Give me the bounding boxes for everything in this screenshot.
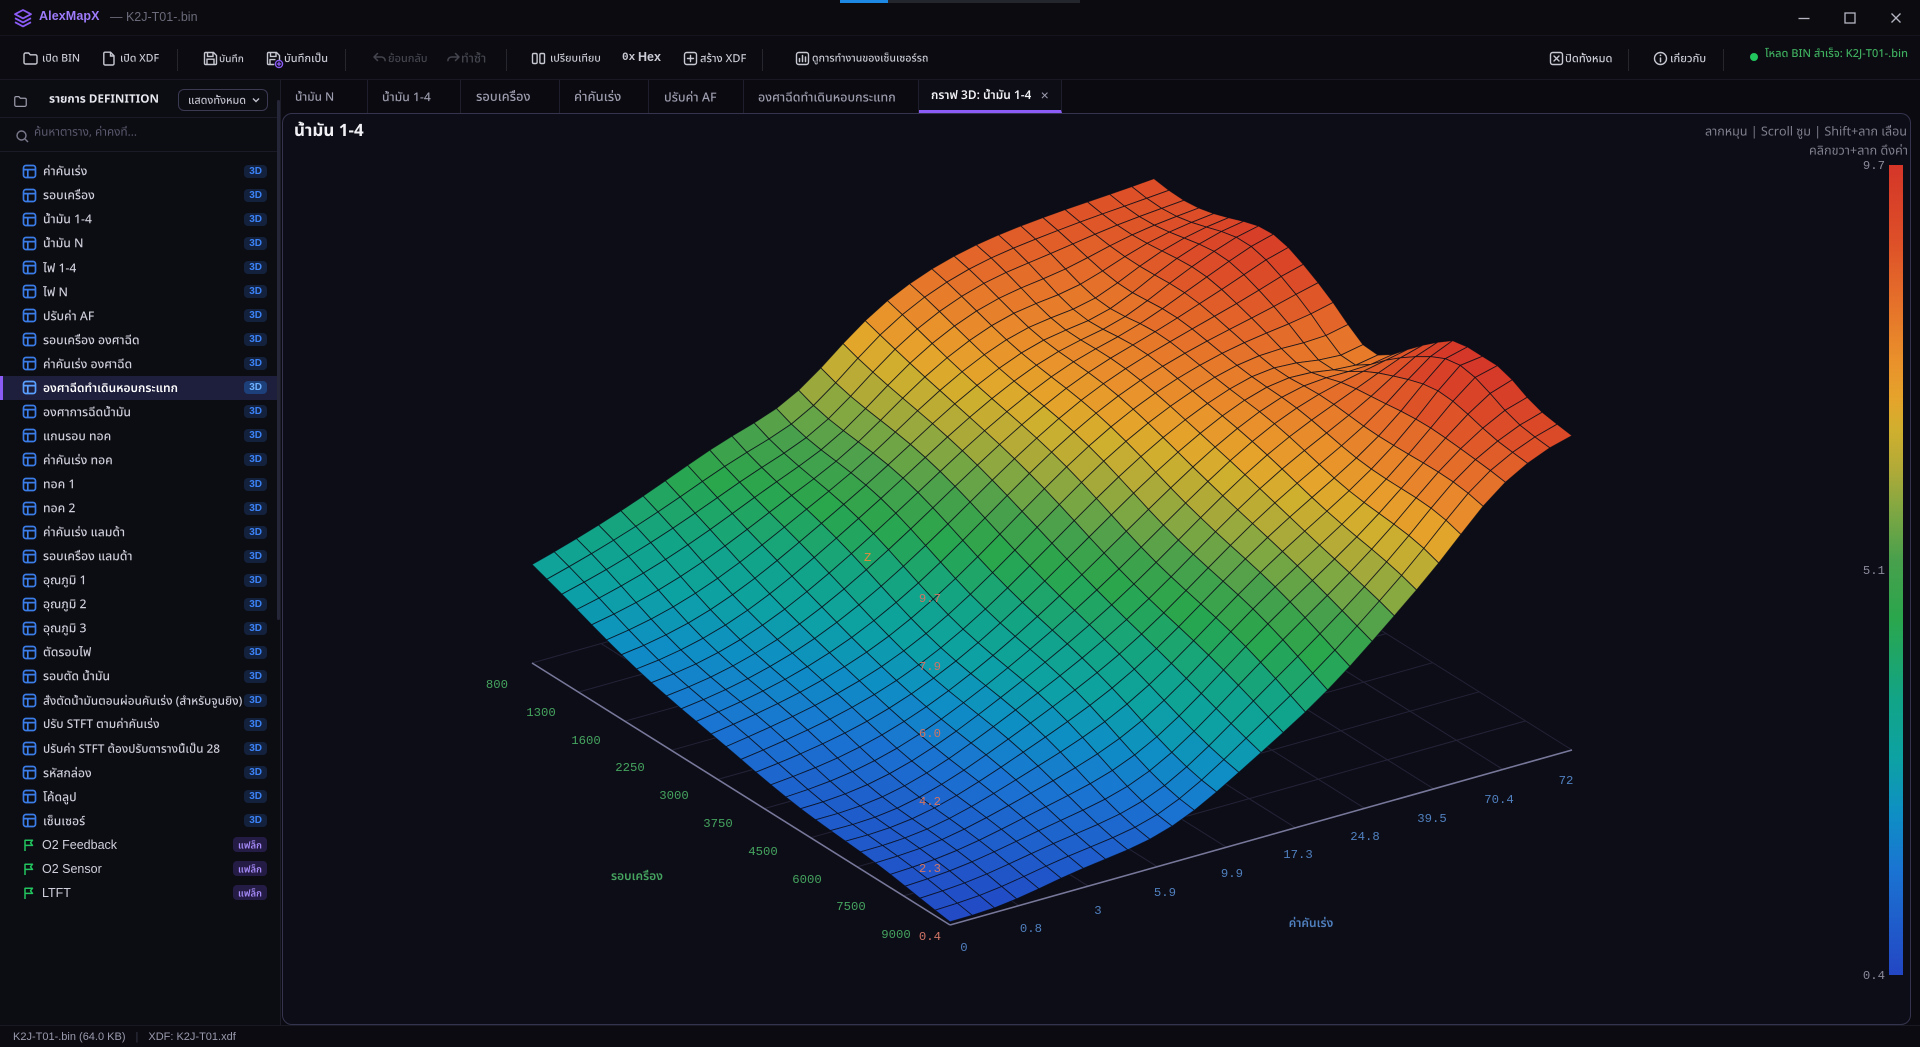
svg-text:1600: 1600 [571, 734, 601, 748]
svg-text:9000: 9000 [881, 928, 911, 942]
svg-text:0: 0 [960, 941, 967, 955]
svg-text:4500: 4500 [748, 845, 778, 859]
svg-text:0.4: 0.4 [919, 930, 941, 944]
svg-text:72: 72 [1559, 774, 1574, 788]
svg-text:3: 3 [1094, 904, 1101, 918]
svg-text:17.3: 17.3 [1283, 848, 1313, 862]
svg-text:70.4: 70.4 [1484, 793, 1514, 807]
svg-text:6.0: 6.0 [919, 727, 941, 741]
svg-text:39.5: 39.5 [1417, 812, 1447, 826]
svg-text:7500: 7500 [836, 900, 866, 914]
svg-text:3750: 3750 [703, 817, 733, 831]
svg-text:800: 800 [486, 678, 508, 692]
svg-text:5.9: 5.9 [1154, 886, 1176, 900]
svg-text:24.8: 24.8 [1350, 830, 1380, 844]
svg-text:4.2: 4.2 [919, 795, 941, 809]
svg-text:0.8: 0.8 [1020, 922, 1042, 936]
svg-text:3000: 3000 [659, 789, 689, 803]
svg-text:9.9: 9.9 [1221, 867, 1243, 881]
svg-text:Z: Z [864, 551, 871, 565]
svg-text:7.9: 7.9 [919, 660, 941, 674]
svg-text:1300: 1300 [526, 706, 556, 720]
svg-text:6000: 6000 [792, 873, 822, 887]
svg-text:2250: 2250 [615, 761, 645, 775]
svg-text:9.7: 9.7 [919, 592, 941, 606]
svg-text:2.3: 2.3 [919, 862, 941, 876]
